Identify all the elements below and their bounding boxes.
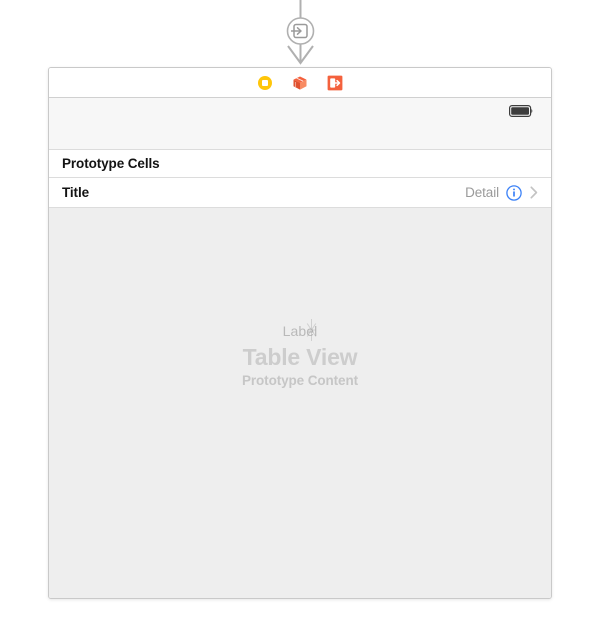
segue-connector xyxy=(286,0,315,65)
section-header-label: Prototype Cells xyxy=(62,156,160,171)
detail-disclosure-info-icon[interactable] xyxy=(506,184,522,201)
table-row[interactable]: Title Detail xyxy=(49,178,551,208)
scene-dock-bar xyxy=(49,68,551,98)
device-status-bar xyxy=(49,98,551,150)
storyboard-scene[interactable]: Prototype Cells Title Detail Label Table… xyxy=(48,67,552,599)
placeholder-title-text: Table View xyxy=(242,343,358,370)
cell-accessory-group: Detail xyxy=(465,184,538,201)
placeholder-label-text: Label xyxy=(283,318,318,341)
battery-icon xyxy=(509,105,533,117)
section-header-prototype-cells: Prototype Cells xyxy=(49,150,551,178)
first-responder-cube-icon[interactable] xyxy=(292,75,308,91)
exit-segue-icon[interactable] xyxy=(327,75,343,91)
cell-title-label: Title xyxy=(62,185,90,200)
storyboard-entry-point-icon xyxy=(291,23,308,39)
view-controller-icon[interactable] xyxy=(257,75,273,91)
table-view-placeholder: Label Table View Prototype Content xyxy=(49,150,551,598)
chevron-right-icon[interactable] xyxy=(530,186,538,199)
table-view[interactable]: Prototype Cells Title Detail Label Table… xyxy=(49,150,551,598)
text-insertion-cursor xyxy=(306,318,316,341)
cell-detail-label: Detail xyxy=(465,185,499,200)
placeholder-subtitle-text: Prototype Content xyxy=(241,372,359,388)
